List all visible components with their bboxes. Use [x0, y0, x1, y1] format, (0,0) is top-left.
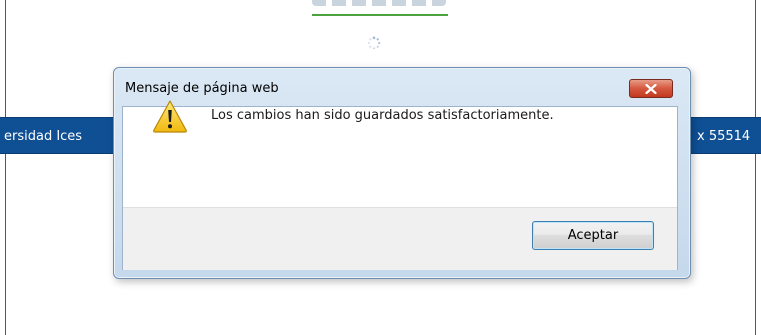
banner-right-text: x 55514: [697, 129, 751, 144]
warning-icon: [153, 100, 187, 133]
banner-left-text: ersidad Ices: [4, 129, 83, 144]
message-dialog: Mensaje de página web Los cambios han si…: [113, 67, 691, 279]
spinner-icon: [367, 36, 381, 50]
page-border: [755, 0, 756, 335]
logo-underline: [312, 14, 448, 16]
dialog-message: Los cambios han sido guardados satisfact…: [211, 108, 554, 123]
dialog-title: Mensaje de página web: [125, 81, 279, 96]
close-button[interactable]: [629, 79, 673, 98]
page-border: [5, 0, 6, 335]
site-logo: [312, 0, 446, 12]
close-icon: [645, 83, 657, 94]
accept-button[interactable]: Aceptar: [532, 221, 654, 250]
